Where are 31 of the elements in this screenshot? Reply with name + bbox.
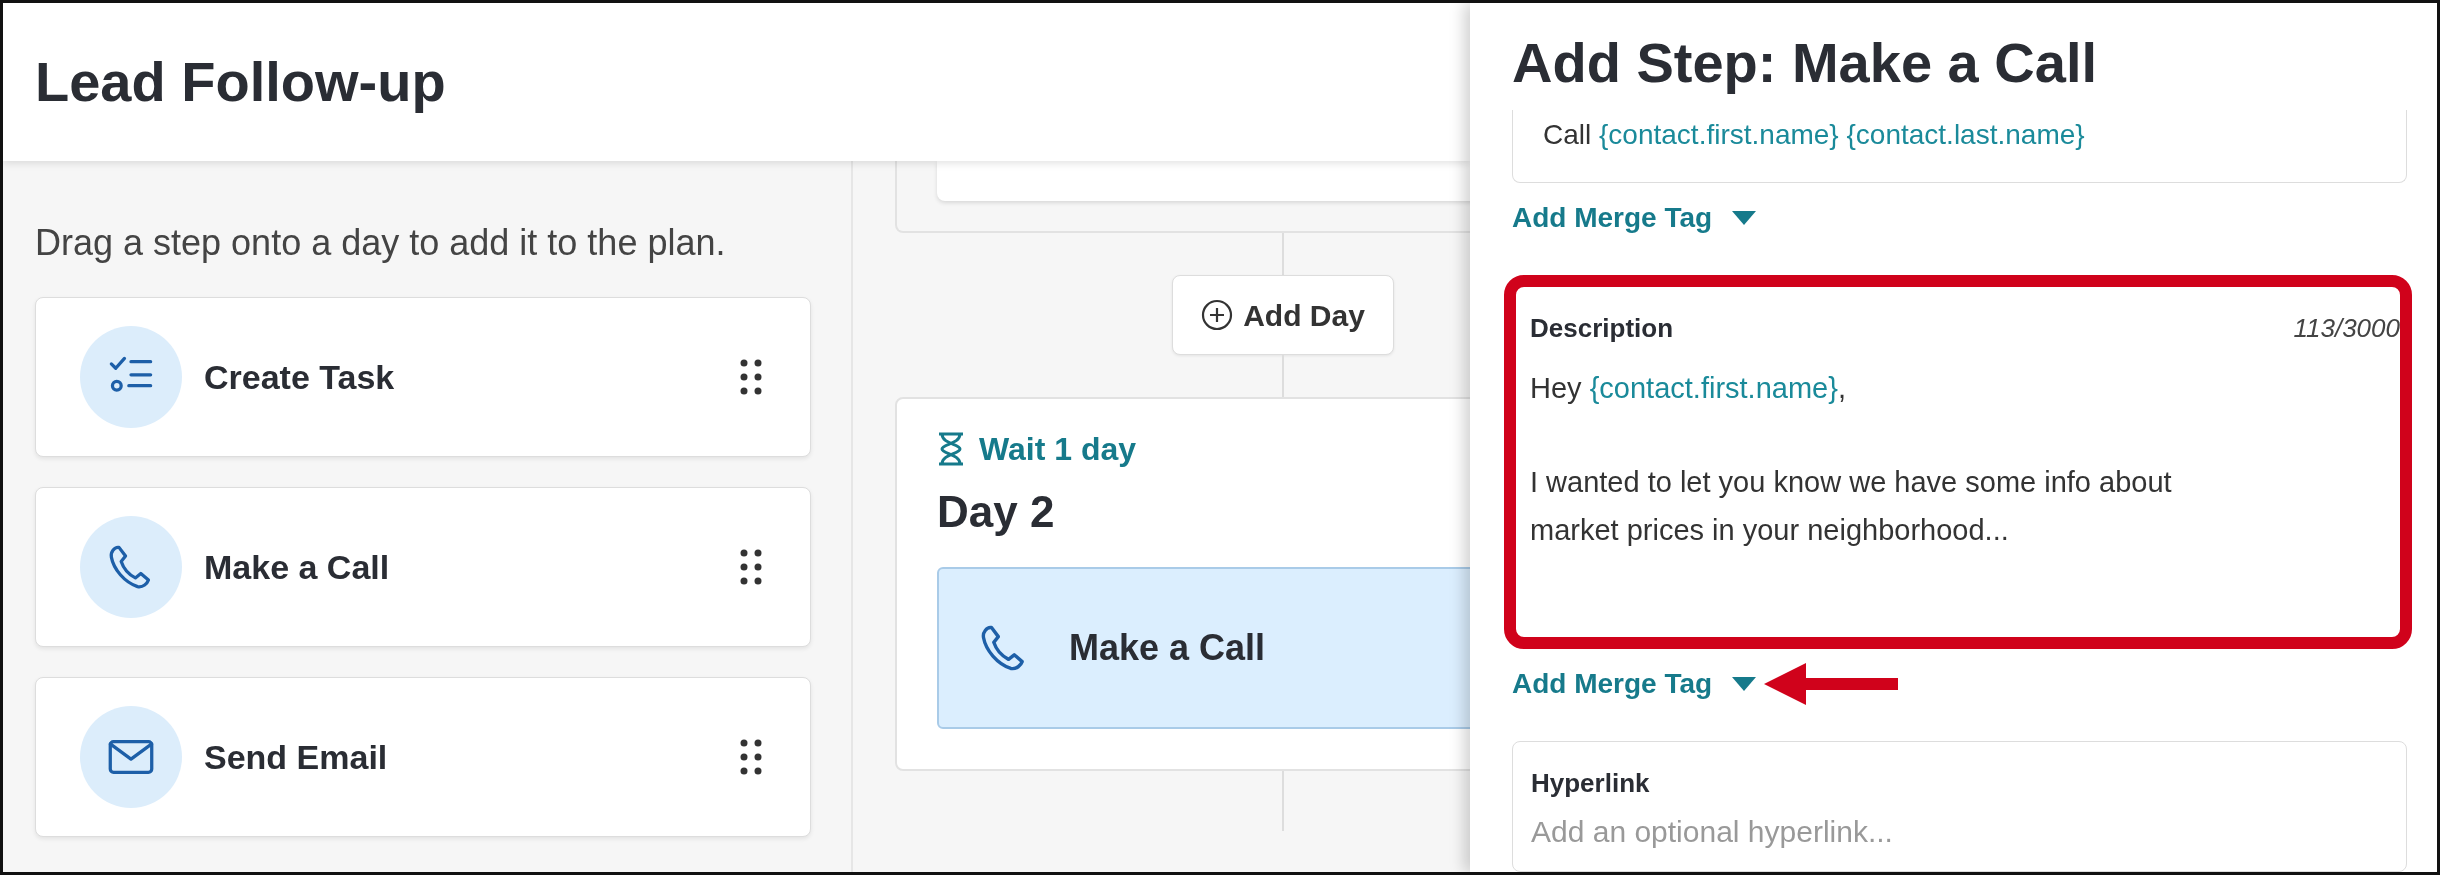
hourglass-icon — [937, 432, 965, 466]
step-label: Send Email — [204, 736, 389, 778]
description-text: I wanted to let you know we have some info about market prices in your neighborhood... — [1530, 464, 2173, 548]
caret-icon — [1732, 676, 1757, 691]
step-card[interactable]: Send Email — [35, 677, 811, 837]
hyperlink-field[interactable]: Hyperlink Add an optional hyperlink... — [1512, 740, 2407, 872]
title-field[interactable]: Call {contact.first.name} {contact.last.name} — [1512, 109, 2407, 183]
add-merge-tag-button[interactable]: Add Merge Tag — [1512, 662, 1757, 705]
description-text: Hey {contact.first.name}, — [1530, 370, 1847, 406]
character-counter: 113/3000 — [2293, 311, 2400, 345]
step-card[interactable]: Create Task — [35, 297, 811, 457]
add-merge-tag-button[interactable]: Add Merge Tag — [1512, 196, 1757, 239]
field-label: Hyperlink — [1531, 766, 1651, 800]
day-step-card[interactable]: Make a Call — [937, 567, 1470, 729]
wait-label: Wait 1 day — [979, 430, 1137, 469]
step-label: Make a Call — [204, 546, 391, 588]
step-card[interactable]: Make a Call — [35, 487, 811, 647]
field-label: Description — [1530, 311, 1674, 345]
drag-handle-icon[interactable] — [740, 739, 762, 775]
instruction-text: Drag a step onto a day to add it to the plan. — [35, 221, 727, 265]
drag-handle-icon[interactable] — [740, 549, 762, 585]
description-field[interactable]: Description 113/3000 Hey {contact.first.name}, I wanted to let you know we have some info about market prices in your neighborhood... — [1504, 274, 2412, 649]
step-label: Create Task — [204, 356, 396, 398]
day-title: Day 2 — [937, 486, 1056, 538]
page-title: Lead Follow-up — [35, 49, 446, 116]
caret-icon — [1732, 210, 1757, 225]
add-day-button[interactable]: Add Day — [1172, 275, 1394, 355]
drag-handle-icon[interactable] — [740, 359, 762, 395]
drawer-title: Add Step: Make a Call — [1512, 30, 2099, 96]
step-label: Make a Call — [1069, 626, 1266, 670]
plus-circle-icon — [1201, 299, 1234, 331]
